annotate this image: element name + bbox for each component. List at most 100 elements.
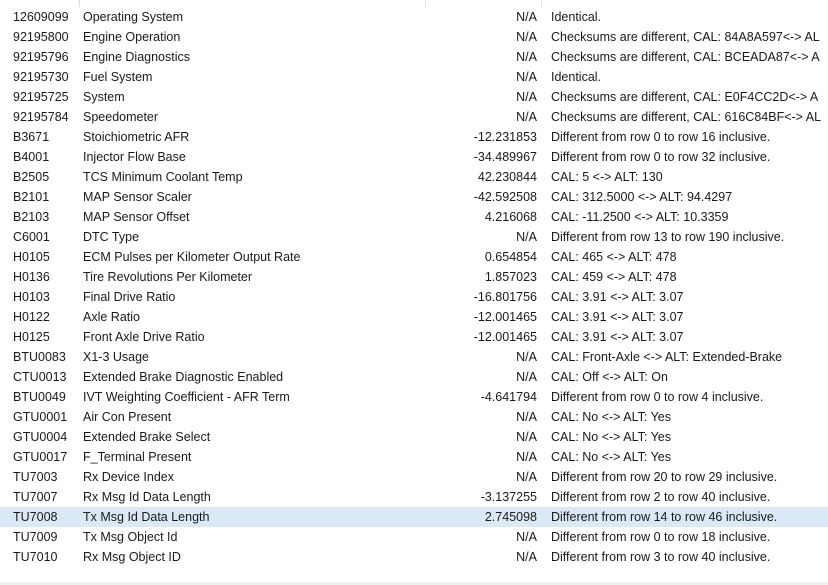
table-row[interactable]: B2103 MAP Sensor Offset 4.216068 CAL: -11.2… [0, 207, 828, 227]
row-description: Final Drive Ratio [83, 290, 176, 304]
row-id: B2103 [13, 210, 50, 224]
row-description: MAP Sensor Scaler [83, 190, 192, 204]
row-comment: Different from row 20 to row 29 inclusiv… [551, 470, 778, 484]
table-row[interactable]: B2101 MAP Sensor Scaler -42.592508 CAL: 312… [0, 187, 828, 207]
row-comment: CAL: Off <-> ALT: On [551, 370, 668, 384]
row-id: GTU0017 [13, 450, 68, 464]
table-row[interactable]: TU7008 Tx Msg Id Data Length 2.745098 Diffe… [0, 507, 828, 527]
row-comment: CAL: 465 <-> ALT: 478 [551, 250, 677, 264]
row-id: TU7010 [13, 550, 58, 564]
row-comment: Identical. [551, 70, 602, 84]
row-description: TCS Minimum Coolant Temp [83, 170, 243, 184]
row-value: N/A [516, 50, 537, 64]
row-description: Engine Diagnostics [83, 50, 191, 64]
row-comment: Different from row 0 to row 32 inclusive… [551, 150, 771, 164]
row-id: H0125 [13, 330, 50, 344]
row-value: -12.231853 [473, 130, 537, 144]
row-comment: CAL: 3.91 <-> ALT: 3.07 [551, 310, 684, 324]
row-value: N/A [516, 110, 537, 124]
row-description: Rx Msg Id Data Length [83, 490, 211, 504]
table-row[interactable]: 92195800 Engine Operation N/A Checksums are… [0, 27, 828, 47]
table-row[interactable]: BTU0083 X1-3 Usage N/A CAL: Front-Axle <-> … [0, 347, 828, 367]
table-row[interactable]: H0105 ECM Pulses per Kilometer Output Rat… [0, 247, 828, 267]
row-value: -42.592508 [473, 190, 537, 204]
row-description: Tire Revolutions Per Kilometer [83, 270, 253, 284]
row-description: Stoichiometric AFR [83, 130, 190, 144]
row-comment: Checksums are different, CAL: E0F4CC2D<-… [551, 90, 819, 104]
row-comment: CAL: -11.2500 <-> ALT: 10.3359 [551, 210, 729, 224]
row-id: 92195730 [13, 70, 69, 84]
row-description: System [83, 90, 125, 104]
row-value: N/A [516, 90, 537, 104]
row-id: H0103 [13, 290, 50, 304]
row-description: Front Axle Drive Ratio [83, 330, 205, 344]
row-id: B2505 [13, 170, 50, 184]
column-divider[interactable] [541, 0, 542, 7]
row-value: N/A [516, 470, 537, 484]
table-row[interactable]: H0125 Front Axle Drive Ratio -12.001465 CAL… [0, 327, 828, 347]
table-row[interactable]: B3671 Stoichiometric AFR -12.231853 Differe… [0, 127, 828, 147]
column-divider[interactable] [79, 0, 80, 7]
row-id: C6001 [13, 230, 50, 244]
row-comment: Checksums are different, CAL: BCEADA87<-… [551, 50, 820, 64]
row-description: Rx Msg Object ID [83, 550, 181, 564]
row-value: 2.745098 [484, 510, 537, 524]
row-value: N/A [516, 530, 537, 544]
table-row[interactable]: GTU0004 Extended Brake Select N/A CAL: No <… [0, 427, 828, 447]
table-row[interactable]: B2505 TCS Minimum Coolant Temp 42.230844 CA… [0, 167, 828, 187]
row-description: Air Con Present [83, 410, 172, 424]
table-row[interactable]: TU7007 Rx Msg Id Data Length -3.137255 Diff… [0, 487, 828, 507]
row-id: GTU0004 [13, 430, 68, 444]
row-value: -12.001465 [473, 330, 537, 344]
table-row[interactable]: TU7003 Rx Device Index N/A Different from r… [0, 467, 828, 487]
row-id: GTU0001 [13, 410, 68, 424]
table-row[interactable]: H0103 Final Drive Ratio -16.801756 CAL: 3.9… [0, 287, 828, 307]
table-row[interactable]: 92195796 Engine Diagnostics N/A Checksums a… [0, 47, 828, 67]
row-value: N/A [516, 70, 537, 84]
row-comment: CAL: 312.5000 <-> ALT: 94.4297 [551, 190, 733, 204]
table-row[interactable]: H0122 Axle Ratio -12.001465 CAL: 3.91 <-> A… [0, 307, 828, 327]
table-row[interactable]: C6001 DTC Type N/A Different from row 13 to… [0, 227, 828, 247]
table-row[interactable]: GTU0001 Air Con Present N/A CAL: No <-> ALT… [0, 407, 828, 427]
row-id: TU7008 [13, 510, 58, 524]
row-value: -16.801756 [473, 290, 537, 304]
row-comment: Different from row 3 to row 40 inclusive… [551, 550, 771, 564]
row-value: N/A [516, 230, 537, 244]
table-row[interactable]: BTU0049 IVT Weighting Coefficient - AFR T… [0, 387, 828, 407]
table-row[interactable]: 92195730 Fuel System N/A Identical. [0, 67, 828, 87]
table-row[interactable]: B4001 Injector Flow Base -34.489967 Differe… [0, 147, 828, 167]
row-comment: Different from row 2 to row 40 inclusive… [551, 490, 771, 504]
row-comment: CAL: No <-> ALT: Yes [551, 410, 671, 424]
row-id: H0122 [13, 310, 50, 324]
table-row[interactable]: TU7010 Rx Msg Object ID N/A Different from … [0, 547, 828, 567]
row-id: H0105 [13, 250, 50, 264]
comparison-table: 12609099 Operating System N/A Identical. 921… [0, 0, 828, 585]
row-description: Extended Brake Select [83, 430, 211, 444]
table-row[interactable]: 12609099 Operating System N/A Identical. [0, 7, 828, 27]
row-description: ECM Pulses per Kilometer Output Rate [83, 250, 301, 264]
row-id: 92195796 [13, 50, 69, 64]
row-value: -34.489967 [473, 150, 537, 164]
column-divider[interactable] [425, 0, 426, 7]
row-value: N/A [516, 550, 537, 564]
row-value: N/A [516, 450, 537, 464]
row-comment: Different from row 0 to row 16 inclusive… [551, 130, 771, 144]
table-row[interactable]: TU7009 Tx Msg Object Id N/A Different from … [0, 527, 828, 547]
row-id: TU7003 [13, 470, 58, 484]
table-row[interactable]: 92195725 System N/A Checksums are different… [0, 87, 828, 107]
row-comment: Different from row 13 to row 190 inclusi… [551, 230, 785, 244]
row-id: 92195784 [13, 110, 69, 124]
row-description: Injector Flow Base [83, 150, 186, 164]
table-row[interactable]: CTU0013 Extended Brake Diagnostic Enabled… [0, 367, 828, 387]
row-value: N/A [516, 350, 537, 364]
row-value: N/A [516, 30, 537, 44]
row-value: 4.216068 [484, 210, 537, 224]
table-row[interactable]: GTU0017 F_Terminal Present N/A CAL: No <-> … [0, 447, 828, 467]
table-row[interactable]: H0136 Tire Revolutions Per Kilometer 1.857… [0, 267, 828, 287]
table-row[interactable]: 92195784 Speedometer N/A Checksums are diff… [0, 107, 828, 127]
row-value: 0.654854 [484, 250, 537, 264]
row-value: N/A [516, 410, 537, 424]
row-comment: Checksums are different, CAL: 84A8A597<-… [551, 30, 820, 44]
row-description: F_Terminal Present [83, 450, 192, 464]
row-description: Fuel System [83, 70, 153, 84]
